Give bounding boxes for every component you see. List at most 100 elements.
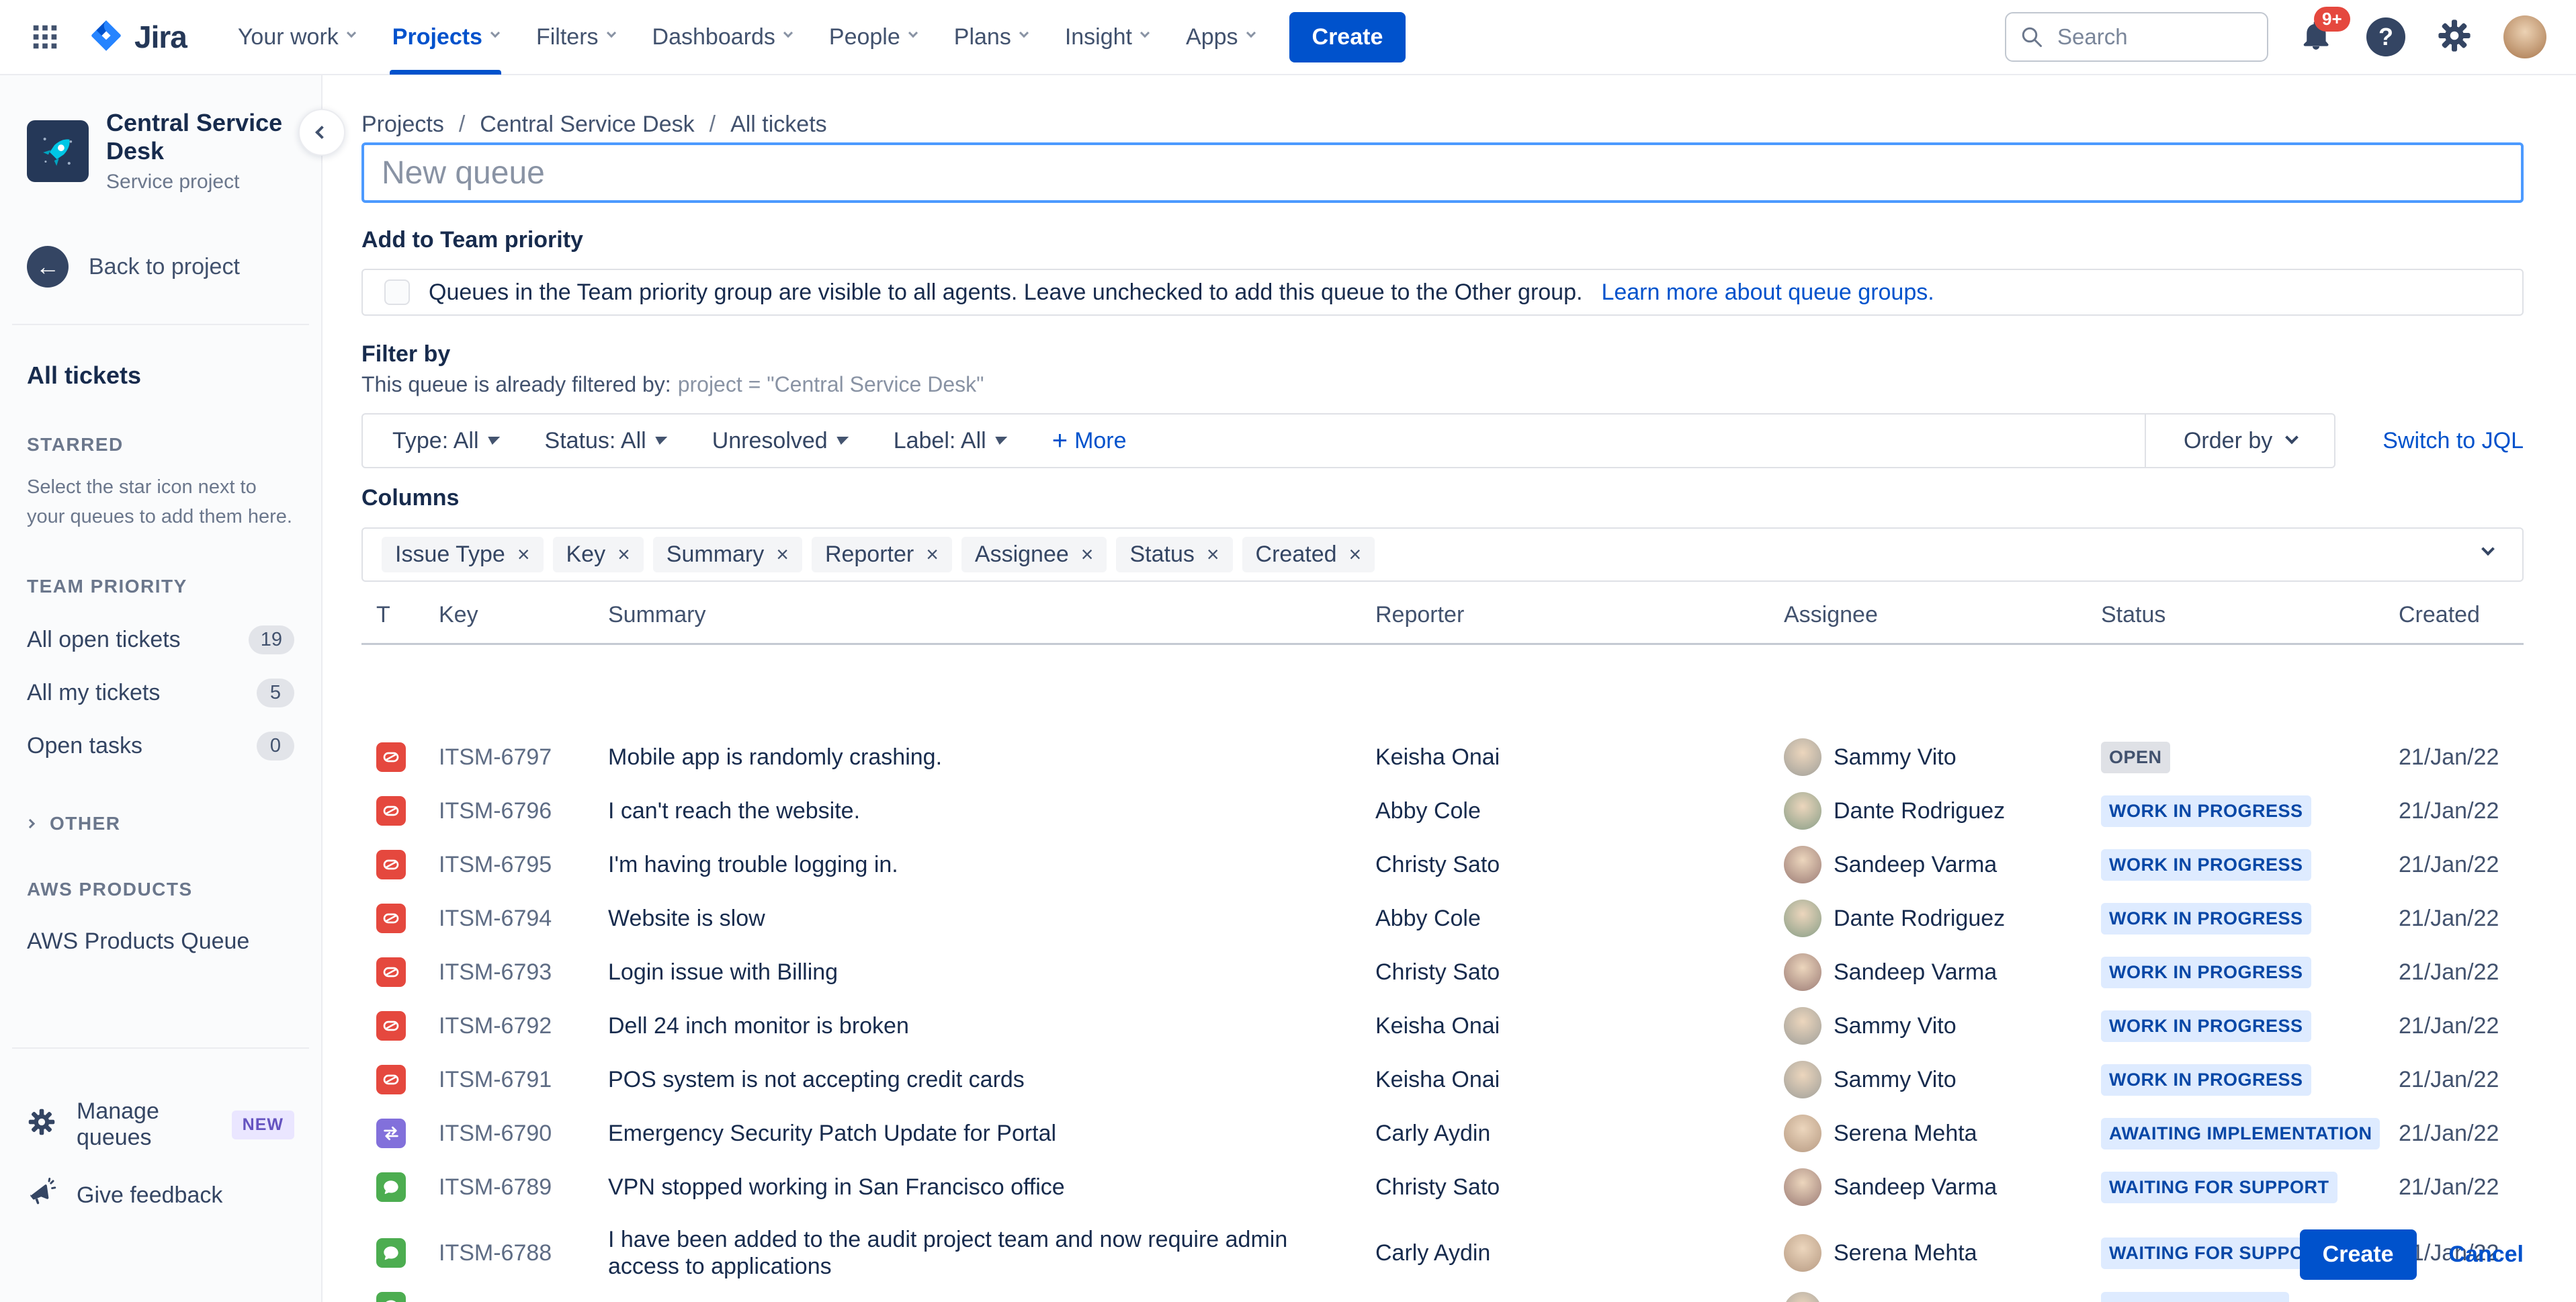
type-cell <box>361 1119 439 1148</box>
issue-key-link[interactable]: ITSM-6792 <box>439 1013 608 1039</box>
issue-key-link[interactable]: ITSM-6794 <box>439 906 608 932</box>
user-avatar[interactable] <box>2503 15 2546 58</box>
help-icon[interactable]: ? <box>2366 17 2405 56</box>
sidebar-item-all-my-tickets[interactable]: All my tickets 5 <box>0 666 321 720</box>
jira-logo[interactable]: Jira <box>87 17 187 58</box>
back-to-project[interactable]: ← Back to project <box>0 246 321 288</box>
column-chip-key[interactable]: Key × <box>552 537 644 572</box>
issue-key-link[interactable]: ITSM-6793 <box>439 959 608 986</box>
sidebar-item-open-tasks[interactable]: Open tasks 0 <box>0 720 321 773</box>
issue-summary-link[interactable]: VPN stopped working in San Francisco off… <box>608 1174 1375 1201</box>
nav-item-people[interactable]: People <box>810 0 935 75</box>
create-queue-button[interactable]: Create <box>2299 1229 2417 1280</box>
issue-key-link[interactable]: ITSM-6789 <box>439 1174 608 1201</box>
nav-item-insight[interactable]: Insight <box>1046 0 1167 75</box>
filter-dropdown-unresolved[interactable]: Unresolved <box>712 428 849 454</box>
issue-summary-link[interactable]: I can't reach the website. <box>608 797 1375 824</box>
settings-gear-icon[interactable] <box>2436 17 2473 57</box>
chevron-down-icon <box>908 28 918 38</box>
columns-chip-list: Issue Type × Key × Summary × Reporter × Assignee… <box>382 537 1375 572</box>
nav-item-apps[interactable]: Apps <box>1167 0 1273 75</box>
table-row[interactable]: ITSM-6794 Website is slow Abby Cole Dante R… <box>361 892 2524 945</box>
column-chip-summary[interactable]: Summary × <box>652 537 802 572</box>
queue-name-input[interactable] <box>361 142 2524 203</box>
sidebar-item-aws-products-queue[interactable]: AWS Products Queue <box>0 916 321 967</box>
issue-summary-link[interactable]: Emergency Security Patch Update for Port… <box>608 1120 1375 1147</box>
assignee-cell: Sammy Vito <box>1784 1061 2101 1098</box>
issue-key-link[interactable]: ITSM-6796 <box>439 798 608 824</box>
queue-groups-learn-more-link[interactable]: Learn more about queue groups. <box>1601 279 1934 306</box>
created-date: 21/Jan/22 <box>2399 1174 2499 1200</box>
table-row[interactable]: ITSM-6797 Mobile app is randomly crashing… <box>361 730 2524 784</box>
nav-item-plans[interactable]: Plans <box>935 0 1046 75</box>
issue-summary-link[interactable]: Login issue with Billing <box>608 959 1375 986</box>
table-row[interactable]: ITSM-6790 Emergency Security Patch Update… <box>361 1106 2524 1160</box>
breadcrumb: Projects / Central Service Desk / All ticket… <box>361 112 2524 138</box>
table-row[interactable]: ITSM-6791 POS system is not accepting cre… <box>361 1053 2524 1106</box>
form-actions: Create Cancel <box>2299 1229 2524 1280</box>
sidebar-item-all-tickets[interactable]: All tickets <box>0 361 321 390</box>
table-row[interactable]: ITSM-6788 I have been added to the audit … <box>361 1214 2524 1292</box>
collapse-sidebar-button[interactable] <box>298 109 345 156</box>
manage-queues-button[interactable]: Manage queues NEW <box>0 1085 321 1164</box>
column-chip-status[interactable]: Status × <box>1116 537 1233 572</box>
issue-summary-link[interactable]: Dell 24 inch monitor is broken <box>608 1012 1375 1039</box>
column-chip-issue-type[interactable]: Issue Type × <box>382 537 544 572</box>
column-chip-created[interactable]: Created × <box>1242 537 1375 572</box>
table-row-partial[interactable] <box>361 1292 2524 1302</box>
issue-summary-link[interactable]: I have been added to the audit project t… <box>608 1226 1375 1280</box>
type-cell <box>361 796 439 826</box>
table-row[interactable]: ITSM-6795 I'm having trouble logging in. C… <box>361 838 2524 892</box>
remove-chip-icon[interactable]: × <box>1349 542 1362 567</box>
issue-key-link[interactable]: ITSM-6791 <box>439 1067 608 1093</box>
cancel-button[interactable]: Cancel <box>2449 1242 2524 1268</box>
filter-dropdown-type[interactable]: Type: All <box>392 428 500 454</box>
table-row[interactable]: ITSM-6792 Dell 24 inch monitor is broken K… <box>361 999 2524 1053</box>
issue-summary-link[interactable]: Mobile app is randomly crashing. <box>608 744 1375 771</box>
breadcrumb-item[interactable]: Projects <box>361 112 444 138</box>
column-chip-assignee[interactable]: Assignee × <box>961 537 1107 572</box>
nav-item-projects[interactable]: Projects <box>374 0 517 75</box>
create-issue-button[interactable]: Create <box>1289 11 1406 62</box>
issue-key-link[interactable]: ITSM-6790 <box>439 1121 608 1147</box>
give-feedback-button[interactable]: Give feedback <box>0 1164 321 1227</box>
filter-dropdown-status[interactable]: Status: All <box>545 428 667 454</box>
columns-select[interactable]: Issue Type × Key × Summary × Reporter × Assignee… <box>361 527 2524 582</box>
issue-key-link[interactable]: ITSM-6795 <box>439 852 608 878</box>
breadcrumb-item[interactable]: Central Service Desk <box>480 112 694 138</box>
sidebar-item-other[interactable]: OTHER <box>0 813 321 834</box>
more-filters-button[interactable]: + More <box>1052 427 1127 454</box>
issue-key-link[interactable]: ITSM-6788 <box>439 1240 608 1266</box>
nav-item-your-work[interactable]: Your work <box>219 0 374 75</box>
remove-chip-icon[interactable]: × <box>776 542 789 567</box>
nav-item-dashboards[interactable]: Dashboards <box>634 0 810 75</box>
search-input[interactable] <box>2005 12 2268 62</box>
remove-chip-icon[interactable]: × <box>1081 542 1094 567</box>
nav-item-label: Your work <box>237 24 339 50</box>
column-chip-reporter[interactable]: Reporter × <box>811 537 952 572</box>
remove-chip-icon[interactable]: × <box>1207 542 1219 567</box>
switch-to-jql-link[interactable]: Switch to JQL <box>2382 428 2524 454</box>
breadcrumb-item[interactable]: All tickets <box>730 112 827 138</box>
team-priority-checkbox[interactable] <box>384 279 410 305</box>
issue-summary-link[interactable]: Website is slow <box>608 905 1375 932</box>
remove-chip-icon[interactable]: × <box>617 542 630 567</box>
order-by-dropdown[interactable]: Order by <box>2144 415 2334 467</box>
queue-label: All my tickets <box>27 680 161 705</box>
issue-summary-link[interactable]: POS system is not accepting credit cards <box>608 1066 1375 1093</box>
notifications-button[interactable]: 9+ <box>2299 7 2350 56</box>
table-row[interactable]: ITSM-6796 I can't reach the website. Abby … <box>361 784 2524 838</box>
nav-item-filters[interactable]: Filters <box>517 0 634 75</box>
triangle-down-icon <box>653 437 667 445</box>
sidebar-item-all-open-tickets[interactable]: All open tickets 19 <box>0 613 321 666</box>
table-row[interactable]: ITSM-6789 VPN stopped working in San Fran… <box>361 1160 2524 1214</box>
reporter-name: Carly Aydin <box>1375 1120 1491 1146</box>
remove-chip-icon[interactable]: × <box>517 542 530 567</box>
filter-dropdown-label[interactable]: Label: All <box>894 428 1007 454</box>
issue-key-link[interactable]: ITSM-6797 <box>439 744 608 771</box>
chevron-down-icon[interactable] <box>2481 542 2495 559</box>
app-switcher-icon[interactable] <box>30 21 60 52</box>
issue-summary-link[interactable]: I'm having trouble logging in. <box>608 851 1375 878</box>
remove-chip-icon[interactable]: × <box>926 542 939 567</box>
table-row[interactable]: ITSM-6793 Login issue with Billing Christy… <box>361 945 2524 999</box>
